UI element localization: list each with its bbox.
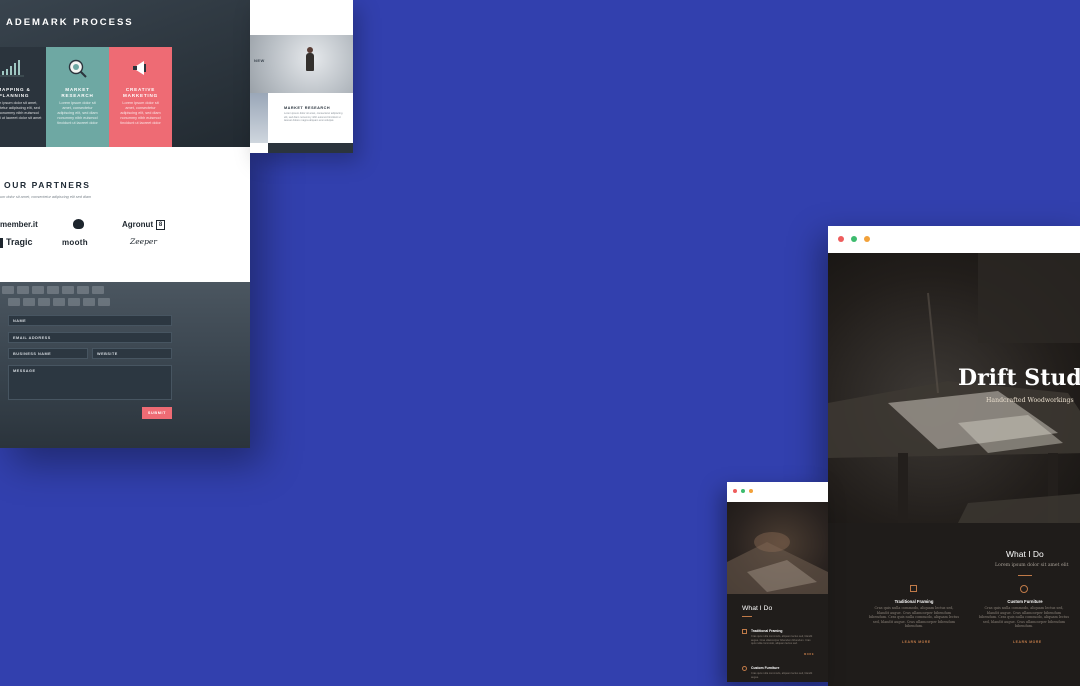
bar-chart-icon [0, 60, 24, 77]
process-section: ADEMARK PROCESS MAPPING & PLANNING Lorem… [0, 0, 250, 147]
top-mockup-caption: NEW [254, 58, 265, 63]
square-icon [742, 629, 747, 634]
research-footer-bar [268, 143, 353, 153]
process-card-body: Lorem ipsum dolor sit amet, consectetur … [0, 101, 42, 120]
what-i-do-section: What I Do Lorem ipsum dolor sit amet eli… [828, 523, 1080, 686]
partner-logo-member: member.it [0, 220, 38, 229]
partner-logo-zeeper: Zeeper [130, 237, 157, 246]
message-field[interactable]: MESSAGE [8, 365, 172, 400]
minimize-dot-icon[interactable] [749, 489, 753, 493]
partner-logo-agronut: Agronut [122, 220, 154, 229]
maximize-dot-icon[interactable] [741, 489, 745, 493]
name-field[interactable]: NAME [8, 315, 172, 326]
left-website-mockup: ADEMARK PROCESS MAPPING & PLANNING Lorem… [0, 0, 250, 448]
street-photo [250, 35, 353, 93]
partners-section: OUR PARTNERS um dolor sit amet, consecte… [0, 147, 250, 282]
small-service-body: Cras quis nulla commodo, aliquam lectus … [751, 635, 813, 646]
hero-title: Drift Studio [958, 365, 1080, 391]
small-browser-title-bar [727, 482, 828, 502]
contact-section: NAME EMAIL ADDRESS BUSINESS NAME WEBSITE… [0, 282, 250, 448]
learn-more-link[interactable]: LEARN MORE [902, 640, 931, 644]
research-card: MARKET RESEARCH Lorem ipsum dolor sit am… [268, 93, 353, 143]
process-card-title: MARKET RESEARCH [61, 87, 94, 98]
partner-logo-agronut-mark: 8 [156, 220, 165, 230]
process-card-research: MARKET RESEARCH Lorem ipsum dolor sit am… [46, 47, 109, 147]
drift-studio-browser: Drift Studio Handcrafted Woodworkings Wh… [828, 226, 1080, 686]
section-divider [1018, 575, 1032, 576]
service-title: Custom Furniture [1007, 599, 1043, 604]
small-service-title: Traditional Framing [751, 629, 783, 633]
process-card-body: Lorem ipsum dolor sit amet, consectetur … [57, 101, 98, 125]
person-silhouette [306, 53, 314, 71]
business-name-field[interactable]: BUSINESS NAME [8, 348, 88, 359]
process-card-mapping: MAPPING & PLANNING Lorem ipsum dolor sit… [0, 47, 46, 147]
email-field[interactable]: EMAIL ADDRESS [8, 332, 172, 343]
service-body: Cras quis nulla commodo, aliquam lectus … [978, 606, 1070, 629]
person-head [307, 47, 313, 53]
small-section-heading: What I Do [742, 605, 773, 612]
keyboard-image [2, 286, 110, 306]
minimize-dot-icon[interactable] [864, 236, 870, 242]
service-title: Traditional Framing [894, 599, 934, 604]
close-dot-icon[interactable] [838, 236, 844, 242]
megaphone-icon [133, 61, 146, 75]
hero-image: Drift Studio Handcrafted Woodworkings [828, 253, 1080, 523]
section-subtitle: Lorem ipsum dolor sit amet elit [995, 563, 1069, 568]
partners-heading: OUR PARTNERS [4, 180, 91, 190]
process-card-title: CREATIVE MARKETING [122, 87, 159, 98]
small-service-title: Custom Furniture [751, 666, 780, 670]
partners-subtitle: um dolor sit amet, consectetur adipiscin… [0, 195, 92, 199]
partner-logo-badge [73, 219, 84, 229]
side-photo [250, 93, 268, 143]
magnifier-icon [68, 59, 87, 78]
close-dot-icon[interactable] [733, 489, 737, 493]
partner-logo-tragic: Tragic [6, 237, 33, 247]
small-hero-image [727, 502, 828, 594]
maximize-dot-icon[interactable] [851, 236, 857, 242]
top-website-mockup: NEW MARKET RESEARCH Lorem ipsum dolor si… [250, 0, 353, 153]
circle-icon [742, 666, 747, 671]
small-drift-browser: What I Do Traditional Framing Cras quis … [727, 482, 828, 682]
partner-logo-tragic-mark [0, 238, 3, 248]
research-card-body: Lorem ipsum dolor sit amet, consectetur … [284, 112, 343, 123]
square-icon [910, 585, 917, 592]
research-card-title: MARKET RESEARCH [284, 106, 331, 110]
process-card-marketing: CREATIVE MARKETING Lorem ipsum dolor sit… [109, 47, 172, 147]
process-card-title: MAPPING & PLANNING [0, 87, 31, 98]
section-heading: What I Do [1006, 549, 1044, 559]
learn-more-link[interactable]: LEARN MORE [1013, 640, 1042, 644]
carving-photo [727, 532, 828, 594]
process-heading: ADEMARK PROCESS [6, 17, 134, 28]
small-service-body: Cras quis nulla commodo, aliquam lectus … [751, 672, 813, 679]
browser-title-bar [828, 226, 1080, 253]
submit-button[interactable]: SUBMIT [142, 407, 172, 419]
circle-icon [1020, 585, 1028, 593]
process-card-body: Lorem ipsum dolor sit amet, consectetur … [120, 101, 161, 125]
partner-logo-mooth: mooth [62, 238, 88, 247]
small-section-divider [742, 616, 752, 617]
hero-subtitle: Handcrafted Woodworkings [986, 397, 1074, 404]
website-field[interactable]: WEBSITE [92, 348, 172, 359]
learn-more-link[interactable]: MORE [804, 653, 814, 656]
service-body: Cras quis nulla commodo, aliquam lectus … [868, 606, 960, 629]
